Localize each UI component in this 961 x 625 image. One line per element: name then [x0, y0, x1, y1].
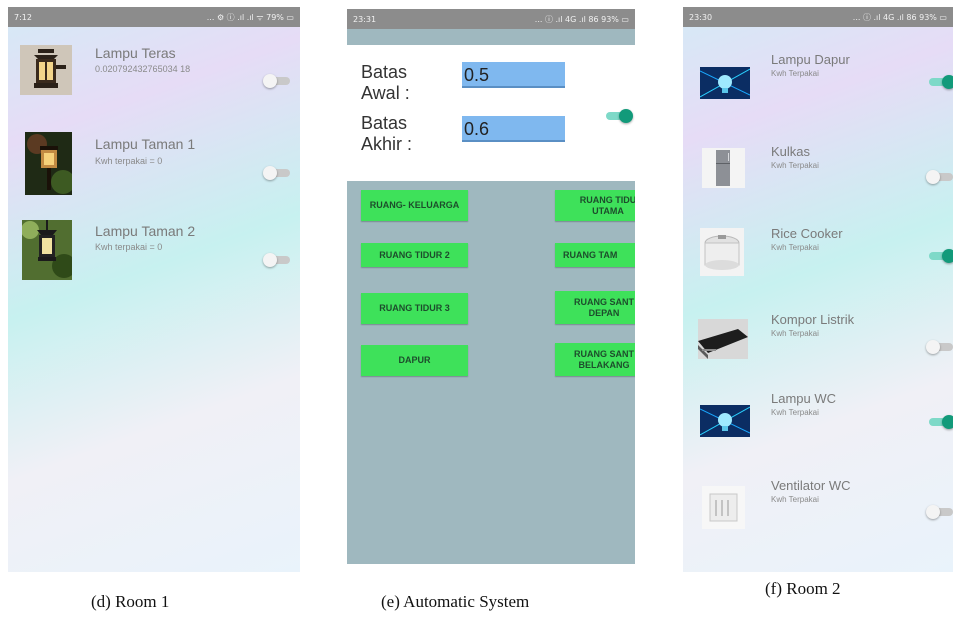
item-title: Rice Cooker — [771, 226, 843, 241]
item-title: Kulkas — [771, 144, 811, 159]
room-button[interactable]: RUANG- KELUARGA — [361, 190, 468, 221]
power-toggle[interactable] — [263, 253, 293, 267]
garden-lantern-photo-icon — [22, 220, 72, 280]
threshold-form: Batas Awal : 0.5 Batas Akhir : 0.6 — [347, 45, 635, 181]
item-subtitle: Kwh Terpakai — [771, 243, 819, 252]
status-icons: ... ⓘ .ıl 4G .ıl 86 93% ▭ — [534, 14, 629, 24]
power-toggle[interactable] — [926, 340, 953, 354]
bulb-photo-icon — [700, 67, 750, 99]
fridge-photo-icon — [702, 148, 745, 188]
ventilator-photo-icon — [702, 486, 745, 529]
item-title: Lampu Dapur — [771, 52, 850, 67]
list-item[interactable]: Kompor Listrik Kwh Terpakai — [683, 303, 953, 365]
status-bar: 23:30 ... ⓘ .ıl 4G .ıl 86 93% ▭ — [683, 7, 953, 27]
power-toggle[interactable] — [926, 415, 953, 429]
power-toggle[interactable] — [926, 170, 953, 184]
status-icons: ... ⓘ .ıl 4G .ıl 86 93% ▭ — [852, 12, 947, 22]
room-button[interactable]: RUANG TIDU UTAMA — [555, 190, 635, 221]
electric-stove-photo-icon — [698, 319, 748, 359]
room-button[interactable]: RUANG TAM — [555, 243, 635, 267]
item-title: Lampu Taman 1 — [95, 136, 196, 152]
bulb-photo-icon — [700, 405, 750, 437]
item-subtitle: Kwh Terpakai — [771, 69, 819, 78]
room-button[interactable]: RUANG SANT DEPAN — [555, 291, 635, 324]
batas-awal-input[interactable]: 0.5 — [462, 62, 565, 88]
item-subtitle: Kwh terpakai = 0 — [95, 156, 163, 166]
power-toggle[interactable] — [263, 74, 293, 88]
room-button[interactable]: RUANG SANT BELAKANG — [555, 343, 635, 376]
power-toggle[interactable] — [926, 505, 953, 519]
automatic-toggle[interactable] — [603, 109, 633, 123]
item-title: Lampu Teras — [95, 45, 176, 61]
power-toggle[interactable] — [926, 249, 953, 263]
item-title: Lampu Taman 2 — [95, 223, 196, 239]
caption-room2: (f) Room 2 — [765, 579, 841, 598]
status-time: 7:12 — [14, 12, 32, 22]
item-subtitle: Kwh Terpakai — [771, 161, 819, 170]
automatic-system-screen: 23:31 ... ⓘ .ıl 4G .ıl 86 93% ▭ Batas Aw… — [347, 9, 635, 564]
item-subtitle: Kwh terpakai = 0 — [95, 242, 163, 252]
item-subtitle: 0.020792432765034 18 — [95, 64, 191, 74]
item-subtitle: Kwh Terpakai — [771, 329, 819, 338]
status-icons: ... ⚙ ⓘ .ıl .ıl ᯤ 79% ▭ — [206, 12, 294, 22]
status-time: 23:30 — [689, 12, 713, 22]
status-time: 23:31 — [353, 14, 377, 24]
status-bar: 23:31 ... ⓘ .ıl 4G .ıl 86 93% ▭ — [347, 9, 635, 29]
room-button[interactable]: DAPUR — [361, 345, 468, 376]
batas-awal-label: Batas Awal : — [361, 62, 410, 103]
list-item[interactable]: Lampu Dapur Kwh Terpakai — [683, 47, 953, 109]
power-toggle[interactable] — [926, 75, 953, 89]
list-item[interactable]: Lampu Taman 1 Kwh terpakai = 0 — [8, 125, 300, 205]
porch-lamp-photo-icon — [20, 45, 72, 95]
background — [8, 27, 300, 572]
toolbar — [347, 29, 635, 45]
item-title: Kompor Listrik — [771, 312, 855, 327]
room-button[interactable]: RUANG TIDUR 3 — [361, 293, 468, 324]
power-toggle[interactable] — [263, 166, 293, 180]
list-item[interactable]: Kulkas Kwh Terpakai — [683, 132, 953, 194]
list-item[interactable]: Ventilator WC Kwh Terpakai — [683, 466, 953, 536]
room-button[interactable]: RUANG TIDUR 2 — [361, 243, 468, 267]
room2-screen: 23:30 ... ⓘ .ıl 4G .ıl 86 93% ▭ Lampu Da… — [683, 7, 953, 572]
list-item[interactable]: Lampu Teras 0.020792432765034 18 — [8, 37, 300, 97]
list-item[interactable]: Lampu Taman 2 Kwh terpakai = 0 — [8, 212, 300, 292]
rice-cooker-photo-icon — [700, 228, 744, 276]
item-subtitle: Kwh Terpakai — [771, 495, 819, 504]
batas-akhir-input[interactable]: 0.6 — [462, 116, 565, 142]
room1-screen: 7:12 ... ⚙ ⓘ .ıl .ıl ᯤ 79% ▭ Lampu Teras… — [8, 7, 300, 572]
list-item[interactable]: Lampu WC Kwh Terpakai — [683, 390, 953, 452]
list-item[interactable]: Rice Cooker Kwh Terpakai — [683, 217, 953, 279]
batas-akhir-label: Batas Akhir : — [361, 113, 413, 154]
item-subtitle: Kwh Terpakai — [771, 408, 819, 417]
garden-lamp-photo-icon — [25, 132, 72, 195]
status-bar: 7:12 ... ⚙ ⓘ .ıl .ıl ᯤ 79% ▭ — [8, 7, 300, 27]
item-title: Ventilator WC — [771, 478, 851, 493]
item-title: Lampu WC — [771, 391, 837, 406]
caption-automatic: (e) Automatic System — [381, 592, 530, 611]
caption-room1: (d) Room 1 — [91, 592, 170, 611]
